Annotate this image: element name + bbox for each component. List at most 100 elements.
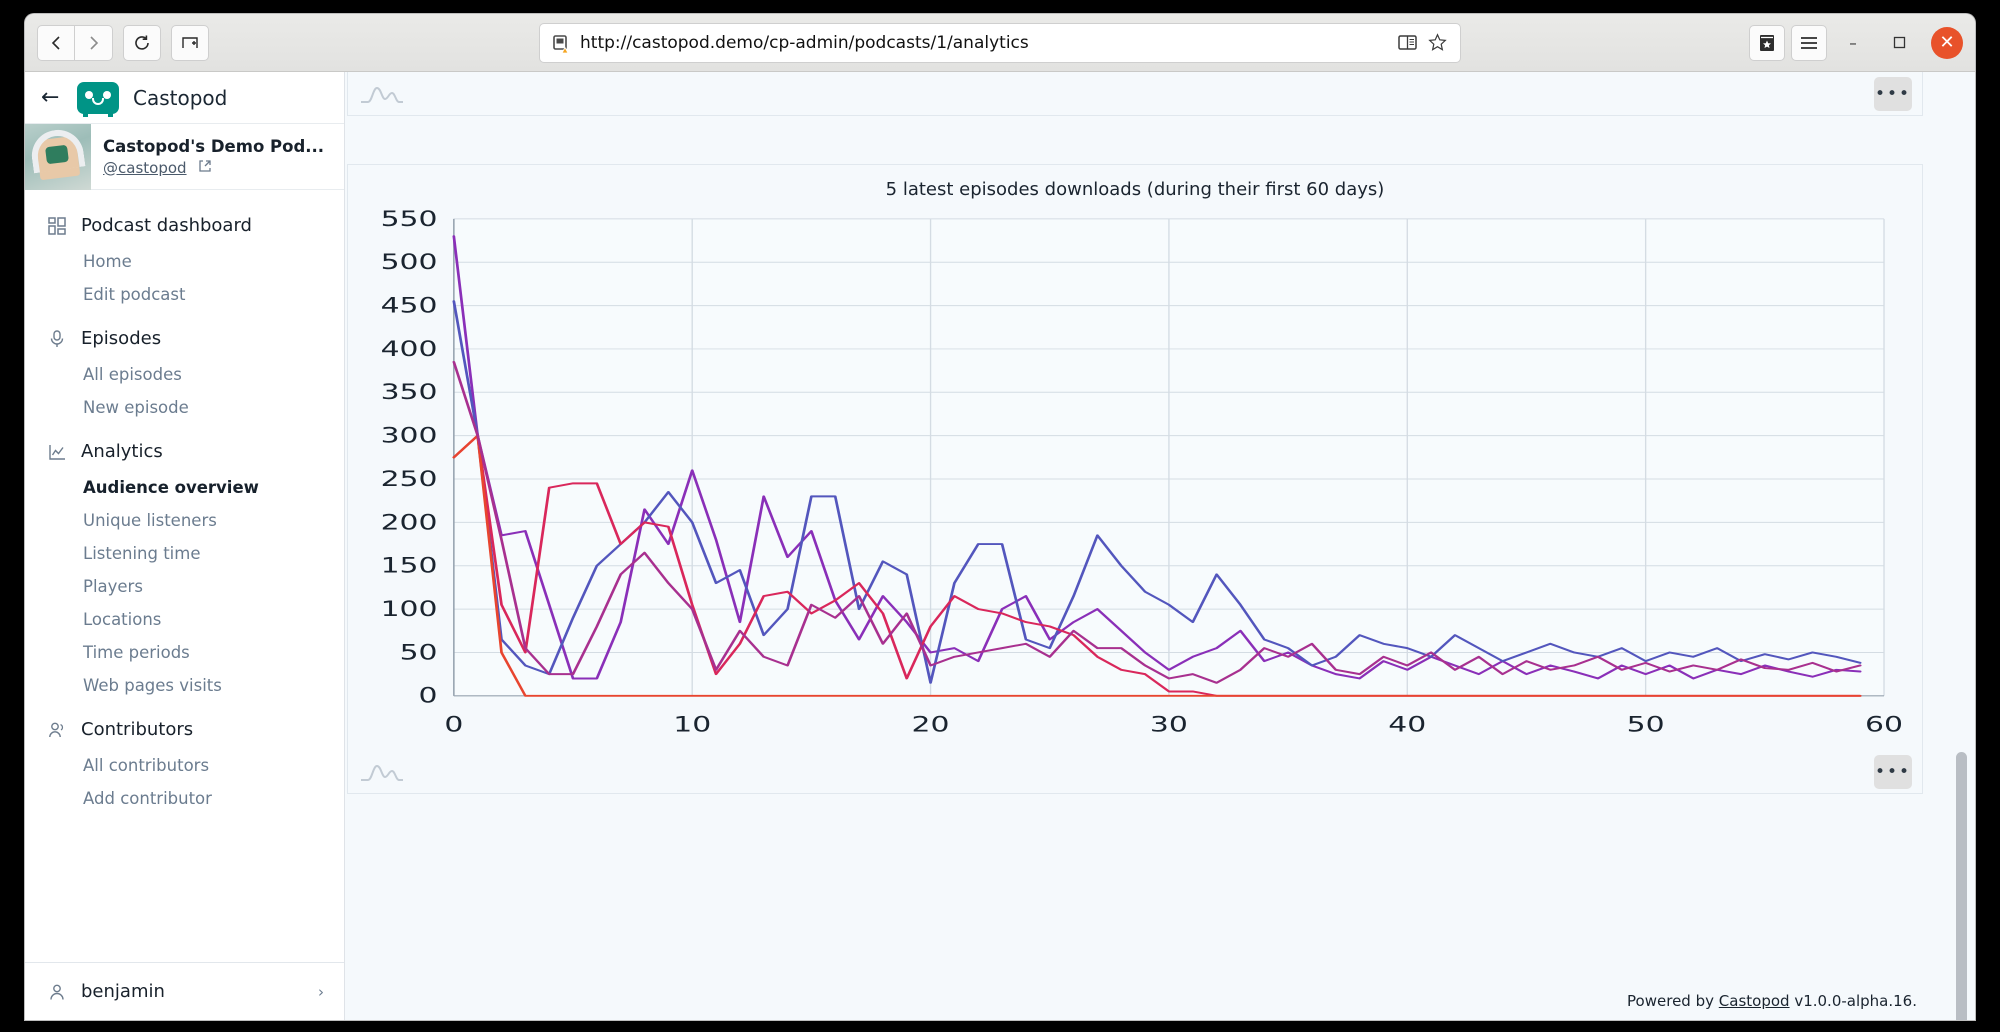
sidebar-item-podcast-dashboard[interactable]: Podcast dashboard: [25, 206, 344, 245]
maximize-button[interactable]: [1879, 26, 1919, 60]
sidebar-section-episodes: Episodes All episodes New episode: [25, 319, 344, 424]
sidebar-user-name: benjamin: [81, 981, 165, 1002]
sidebar-item-contributors[interactable]: Contributors: [25, 710, 344, 749]
main-card-more-button[interactable]: •••: [1874, 755, 1912, 789]
podcast-title: Castopod's Demo Pod...: [103, 136, 325, 156]
y-tick-label: 300: [381, 423, 438, 448]
x-tick-label: 20: [912, 712, 950, 737]
analytics-chart-icon: [47, 442, 67, 462]
sidebar-link-locations[interactable]: Locations: [25, 603, 344, 636]
x-tick-label: 60: [1865, 712, 1903, 737]
x-tick-label: 50: [1627, 712, 1665, 737]
sidebar-section-dashboard: Podcast dashboard Home Edit podcast: [25, 206, 344, 311]
reload-button[interactable]: [123, 24, 161, 61]
y-tick-label: 450: [381, 293, 438, 318]
main-card-footer: •••: [348, 751, 1922, 793]
sidebar-back-button[interactable]: ←: [41, 85, 63, 110]
chart-plot-area[interactable]: 0 50 100 150 200 250 300 350 400 450 500 550 0 10 20 30…: [348, 209, 1922, 751]
sidebar-link-all-episodes[interactable]: All episodes: [25, 358, 344, 391]
downloads-over-time-card: Sep 06 Sep 10 Sep 14 Sep 18 Sep 22 Sep 2…: [347, 72, 1923, 116]
x-tick-label: 40: [1388, 712, 1426, 737]
y-tick-label: 400: [381, 337, 438, 362]
podcast-meta: Castopod's Demo Pod... @castopod: [103, 137, 324, 177]
sidebar-item-analytics[interactable]: Analytics: [25, 432, 344, 471]
sidebar-section-analytics: Analytics Audience overview Unique liste…: [25, 432, 344, 702]
window-controls: – ✕: [1749, 24, 1963, 61]
episodes-downloads-card: 5 latest episodes downloads (during thei…: [347, 164, 1923, 794]
minimize-button[interactable]: –: [1833, 26, 1873, 60]
y-tick-label: 500: [381, 250, 438, 275]
y-tick-label: 150: [381, 554, 438, 579]
x-tick-label: 30: [1150, 712, 1188, 737]
sparkline-icon: [360, 83, 404, 105]
main-content: Sep 06 Sep 10 Sep 14 Sep 18 Sep 22 Sep 2…: [345, 72, 1975, 1020]
top-card-footer: •••: [348, 73, 1922, 115]
podcast-summary[interactable]: Castopod's Demo Pod... @castopod: [25, 123, 344, 190]
sidebar-link-home[interactable]: Home: [25, 245, 344, 278]
sidebar-link-players[interactable]: Players: [25, 570, 344, 603]
y-tick-label: 0: [419, 684, 438, 709]
sidebar-link-listening-time[interactable]: Listening time: [25, 537, 344, 570]
podcast-handle-link[interactable]: @castopod: [103, 159, 187, 177]
browser-window: http://castopod.demo/cp-admin/podcasts/1…: [25, 14, 1975, 1020]
insecure-page-icon[interactable]: [550, 32, 572, 54]
sidebar-link-time-periods[interactable]: Time periods: [25, 636, 344, 669]
sidebar-link-web-pages-visits[interactable]: Web pages visits: [25, 669, 344, 702]
star-icon[interactable]: [1424, 30, 1450, 56]
sidebar-link-edit-podcast[interactable]: Edit podcast: [25, 278, 344, 311]
y-tick-label: 350: [381, 380, 438, 405]
footer-version: v1.0.0-alpha.16.: [1794, 992, 1917, 1010]
sidebar-item-label: Analytics: [81, 441, 163, 462]
forward-button[interactable]: [75, 24, 113, 61]
page-footer: Powered by Castopod v1.0.0-alpha.16.: [1627, 992, 1917, 1010]
brand-name: Castopod: [133, 85, 228, 110]
castopod-logo-icon: [77, 81, 119, 117]
x-tick-label: 10: [673, 712, 711, 737]
sidebar-link-all-contributors[interactable]: All contributors: [25, 749, 344, 782]
y-tick-label: 200: [381, 510, 438, 535]
footer-prefix: Powered by: [1627, 992, 1714, 1010]
x-tick-label: 0: [444, 712, 463, 737]
sidebar-user-menu[interactable]: benjamin ›: [25, 962, 344, 1020]
line-chart-svg[interactable]: 0 50 100 150 200 250 300 350 400 450 500 550 0 10 20 30…: [348, 209, 1922, 751]
user-icon: [47, 982, 67, 1002]
address-bar[interactable]: http://castopod.demo/cp-admin/podcasts/1…: [539, 22, 1461, 63]
page-content: ← Castopod Castopod's Demo Pod... @casto…: [25, 72, 1975, 1020]
sidebar-section-contributors: Contributors All contributors Add contri…: [25, 710, 344, 815]
external-link-icon[interactable]: [198, 158, 212, 177]
sidebar-item-episodes[interactable]: Episodes: [25, 319, 344, 358]
y-tick-label: 50: [400, 640, 438, 665]
vertical-scrollbar[interactable]: [1956, 752, 1967, 1020]
podcast-cover-image: [25, 123, 91, 190]
reader-view-icon[interactable]: [1394, 30, 1420, 56]
bookmarks-sidebar-button[interactable]: [1749, 24, 1785, 61]
y-tick-label: 550: [381, 209, 438, 232]
sparkline-icon: [360, 761, 404, 783]
top-card-more-button[interactable]: •••: [1874, 77, 1912, 111]
sidebar-item-label: Contributors: [81, 719, 194, 740]
sidebar-link-unique-listeners[interactable]: Unique listeners: [25, 504, 344, 537]
sidebar: ← Castopod Castopod's Demo Pod... @casto…: [25, 72, 345, 1020]
dashboard-icon: [47, 216, 67, 236]
sidebar-link-new-episode[interactable]: New episode: [25, 391, 344, 424]
close-button[interactable]: ✕: [1931, 26, 1963, 59]
microphone-icon: [47, 329, 67, 349]
chevron-right-icon[interactable]: ›: [318, 983, 324, 1001]
sidebar-link-add-contributor[interactable]: Add contributor: [25, 782, 344, 815]
back-button[interactable]: [37, 24, 75, 61]
chart-title: 5 latest episodes downloads (during thei…: [885, 179, 1385, 200]
browser-toolbar: http://castopod.demo/cp-admin/podcasts/1…: [25, 14, 1975, 72]
sidebar-nav: Podcast dashboard Home Edit podcast Epis…: [25, 190, 344, 962]
footer-castopod-link[interactable]: Castopod: [1719, 992, 1790, 1010]
navigation-buttons: [37, 24, 113, 61]
y-tick-label: 250: [381, 467, 438, 492]
url-text[interactable]: http://castopod.demo/cp-admin/podcasts/1…: [580, 33, 1390, 53]
sidebar-item-label: Episodes: [81, 328, 162, 349]
sidebar-item-label: Podcast dashboard: [81, 215, 252, 236]
sidebar-header: ← Castopod: [25, 72, 344, 124]
new-tab-button[interactable]: [171, 24, 209, 61]
sidebar-link-audience-overview[interactable]: Audience overview: [25, 471, 344, 504]
y-tick-label: 100: [381, 597, 438, 622]
contributors-icon: [47, 720, 67, 740]
hamburger-menu-button[interactable]: [1791, 24, 1827, 61]
